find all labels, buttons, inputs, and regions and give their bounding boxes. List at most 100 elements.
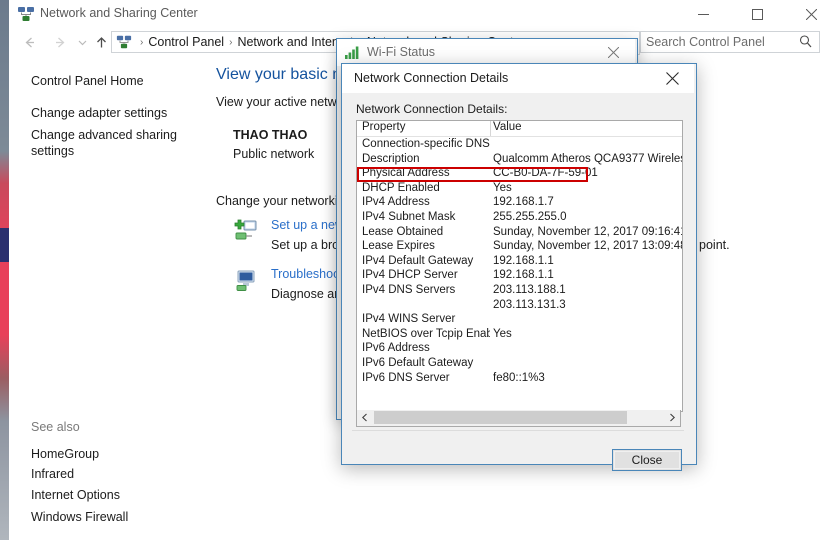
dialog-title: Network Connection Details: [354, 71, 508, 85]
table-row[interactable]: IPv6 Address: [357, 342, 682, 357]
sidebar-item-change-advanced-sharing-settings[interactable]: Change advanced sharing settings: [31, 127, 191, 159]
sidebar-item-infrared[interactable]: Infrared: [31, 466, 191, 482]
table-row[interactable]: Connection-specific DNS S...: [357, 138, 682, 153]
table-row[interactable]: IPv4 Subnet Mask255.255.255.0: [357, 211, 682, 226]
forward-arrow-icon[interactable]: [48, 30, 72, 54]
see-also-label: See also: [31, 420, 80, 434]
table-row[interactable]: IPv4 Default Gateway192.168.1.1: [357, 255, 682, 270]
column-header-value: Value: [493, 121, 522, 133]
dialog-body: Network Connection Details: Property Val…: [342, 93, 694, 462]
row-property: IPv6 DNS Server: [362, 372, 490, 384]
row-value: Yes: [493, 182, 512, 194]
sidebar-item-change-adapter-settings[interactable]: Change adapter settings: [31, 105, 191, 121]
row-property: Physical Address: [362, 167, 490, 179]
close-icon[interactable]: [591, 39, 635, 66]
row-value: Sunday, November 12, 2017 13:09:48: [493, 240, 683, 252]
sidebar-item-homegroup[interactable]: HomeGroup: [31, 446, 191, 462]
header-separator-line: [357, 136, 682, 137]
sidebar-item-internet-options[interactable]: Internet Options: [31, 487, 191, 503]
wifi-status-title-bar: Wi-Fi Status: [337, 39, 635, 66]
table-row[interactable]: Lease ExpiresSunday, November 12, 2017 1…: [357, 240, 682, 255]
table-rows-container: Connection-specific DNS S...DescriptionQ…: [357, 138, 682, 386]
dialog-title-bar: Network Connection Details: [342, 64, 694, 93]
maximize-button[interactable]: [734, 0, 780, 28]
row-value: Sunday, November 12, 2017 09:16:41: [493, 226, 683, 238]
row-property: IPv6 Address: [362, 342, 490, 354]
row-property: IPv4 Default Gateway: [362, 255, 490, 267]
wifi-status-title: Wi-Fi Status: [367, 45, 435, 59]
network-details-table[interactable]: Property Value Connection-specific DNS S…: [356, 120, 683, 412]
troubleshoot-icon: [233, 267, 259, 293]
back-arrow-icon[interactable]: [17, 30, 41, 54]
up-arrow-icon[interactable]: [89, 30, 113, 54]
row-property: IPv4 DNS Servers: [362, 284, 490, 296]
search-icon[interactable]: [798, 34, 814, 50]
table-row[interactable]: IPv4 Address192.168.1.7: [357, 196, 682, 211]
row-value: 192.168.1.1: [493, 255, 554, 267]
table-row[interactable]: 203.113.131.3: [357, 299, 682, 314]
breadcrumb-item-control-panel[interactable]: Control Panel: [148, 35, 224, 49]
table-row[interactable]: IPv4 WINS Server: [357, 313, 682, 328]
row-property: IPv4 Address: [362, 196, 490, 208]
row-value: 192.168.1.7: [493, 196, 554, 208]
dialog-separator: [352, 430, 684, 431]
sidebar-item-control-panel-home[interactable]: Control Panel Home: [31, 73, 191, 89]
breadcrumb-separator: ›: [135, 37, 148, 48]
close-button[interactable]: Close: [612, 449, 682, 471]
row-value: 255.255.255.0: [493, 211, 567, 223]
horizontal-scrollbar[interactable]: [356, 410, 681, 427]
row-property: DHCP Enabled: [362, 182, 490, 194]
row-property: Description: [362, 153, 490, 165]
row-property: NetBIOS over Tcpip Enabl...: [362, 328, 490, 340]
close-icon[interactable]: [650, 64, 694, 93]
column-divider: [490, 121, 491, 136]
row-property: IPv4 DHCP Server: [362, 269, 490, 281]
row-value: 203.113.131.3: [493, 299, 566, 311]
table-row[interactable]: DHCP EnabledYes: [357, 182, 682, 197]
table-row[interactable]: IPv4 DHCP Server192.168.1.1: [357, 269, 682, 284]
sidebar-item-windows-firewall[interactable]: Windows Firewall: [31, 509, 191, 525]
network-sharing-icon: [17, 5, 35, 23]
desktop-background-strip: [0, 0, 9, 540]
table-row[interactable]: IPv6 Default Gateway: [357, 357, 682, 372]
row-property: Lease Expires: [362, 240, 490, 252]
row-value: Yes: [493, 328, 512, 340]
new-connection-icon: [233, 218, 259, 244]
scroll-left-arrow-icon[interactable]: [357, 410, 373, 425]
row-value: 203.113.188.1: [493, 284, 566, 296]
section-label: Network Connection Details:: [356, 102, 507, 116]
table-row[interactable]: IPv6 DNS Serverfe80::1%3: [357, 372, 682, 387]
network-connection-details-dialog: Network Connection Details Network Conne…: [341, 63, 697, 465]
table-row[interactable]: IPv4 DNS Servers203.113.188.1: [357, 284, 682, 299]
table-row[interactable]: NetBIOS over Tcpip Enabl...Yes: [357, 328, 682, 343]
table-row[interactable]: Physical AddressCC-B0-DA-7F-59-01: [357, 167, 682, 182]
search-placeholder: Search Control Panel: [641, 35, 798, 49]
minimize-button[interactable]: [680, 0, 726, 28]
table-row[interactable]: Lease ObtainedSunday, November 12, 2017 …: [357, 226, 682, 241]
table-row[interactable]: DescriptionQualcomm Atheros QCA9377 Wire…: [357, 153, 682, 168]
wifi-signal-icon: [345, 45, 361, 60]
network-type: Public network: [233, 147, 314, 161]
network-name: THAO THAO: [233, 128, 307, 142]
row-value: CC-B0-DA-7F-59-01: [493, 167, 598, 179]
breadcrumb-separator: ›: [224, 37, 237, 48]
network-sharing-icon: [116, 34, 132, 50]
column-header-property: Property: [362, 121, 490, 133]
window-title: Network and Sharing Center: [40, 6, 198, 20]
desktop-wallpaper-accent: [0, 228, 9, 262]
close-button-label: Close: [632, 453, 663, 467]
scroll-right-arrow-icon[interactable]: [664, 410, 680, 425]
row-property: IPv6 Default Gateway: [362, 357, 490, 369]
table-header-row: Property Value: [357, 121, 682, 136]
row-value: 192.168.1.1: [493, 269, 554, 281]
close-button[interactable]: [788, 0, 828, 28]
row-property: IPv4 WINS Server: [362, 313, 490, 325]
row-property: IPv4 Subnet Mask: [362, 211, 490, 223]
scrollbar-thumb[interactable]: [374, 411, 627, 424]
search-input[interactable]: Search Control Panel: [640, 31, 820, 53]
row-property: Lease Obtained: [362, 226, 490, 238]
row-value: fe80::1%3: [493, 372, 545, 384]
row-value: Qualcomm Atheros QCA9377 Wireless Netw: [493, 153, 683, 165]
left-navigation-pane: Control Panel Home Change adapter settin…: [9, 60, 204, 540]
window-title-bar: Network and Sharing Center: [9, 0, 828, 28]
